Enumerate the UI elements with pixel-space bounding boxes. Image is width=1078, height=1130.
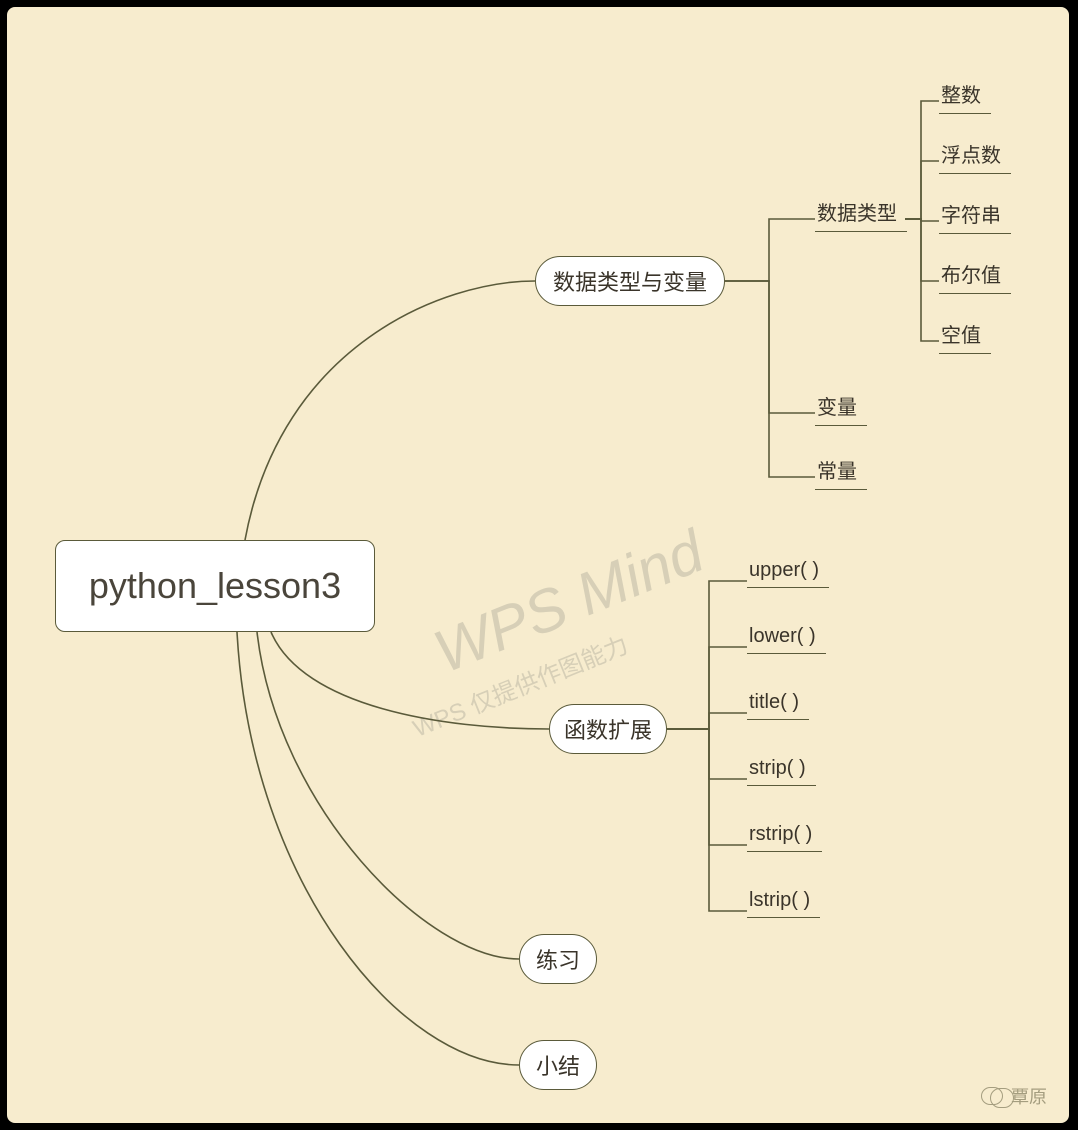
footer-author: 覃原 (981, 1083, 1047, 1109)
root-node[interactable]: python_lesson3 (55, 540, 375, 632)
mindmap-canvas: WPS Mind WPS 仅提供作图能力 (7, 7, 1069, 1123)
branch-practice[interactable]: 练习 (519, 934, 597, 984)
wechat-icon (981, 1087, 1003, 1105)
watermark-main: WPS Mind (424, 516, 713, 686)
leaf-string[interactable]: 字符串 (939, 199, 1011, 234)
branch-function-ext[interactable]: 函数扩展 (549, 704, 667, 754)
leaf-bool[interactable]: 布尔值 (939, 259, 1011, 294)
sub-constant[interactable]: 常量 (815, 455, 867, 490)
sub-data-types[interactable]: 数据类型 (815, 197, 907, 232)
sub-variable[interactable]: 变量 (815, 391, 867, 426)
leaf-lower[interactable]: lower( ) (747, 625, 826, 654)
leaf-title[interactable]: title( ) (747, 691, 809, 720)
branch-data-types-vars[interactable]: 数据类型与变量 (535, 256, 725, 306)
leaf-float[interactable]: 浮点数 (939, 139, 1011, 174)
branch-summary[interactable]: 小结 (519, 1040, 597, 1090)
leaf-lstrip[interactable]: lstrip( ) (747, 889, 820, 918)
author-name: 覃原 (1011, 1083, 1047, 1109)
leaf-upper[interactable]: upper( ) (747, 559, 829, 588)
leaf-integer[interactable]: 整数 (939, 79, 991, 114)
leaf-none[interactable]: 空值 (939, 319, 991, 354)
leaf-strip[interactable]: strip( ) (747, 757, 816, 786)
leaf-rstrip[interactable]: rstrip( ) (747, 823, 822, 852)
